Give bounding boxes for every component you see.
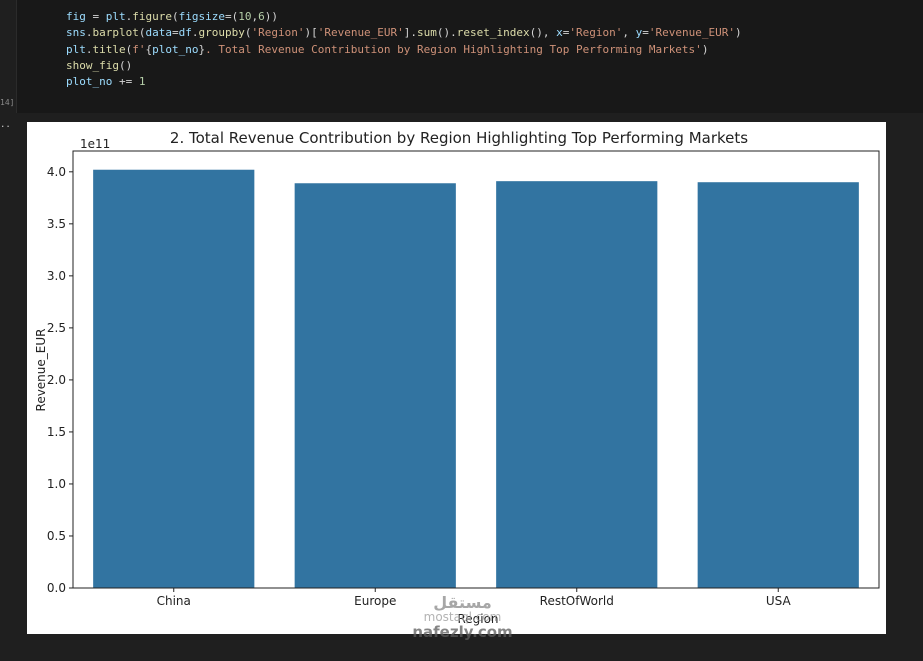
y-tick-label: 1.0: [47, 477, 66, 491]
bar-europe: [294, 183, 456, 588]
y-tick-label: 0.5: [47, 529, 66, 543]
code-token: 6: [258, 10, 265, 23]
y-tick-label: 4.0: [47, 165, 66, 179]
x-tick-label: RestOfWorld: [540, 594, 614, 608]
watermark-site: mostaql.com: [423, 610, 502, 624]
code-token: 10: [238, 10, 252, 23]
y-tick-label: 2.0: [47, 373, 66, 387]
execution-count: 14]: [0, 98, 15, 107]
code-token: title: [92, 42, 126, 56]
code-token: f': [132, 42, 146, 56]
code-token: 'Region': [251, 26, 305, 40]
y-tick-label: 3.5: [47, 217, 66, 231]
plot-area: China Europe RestOfWorld USA 0.0 0.5 1.0 1.5 2.0…: [47, 150, 880, 608]
watermark: مستقل mostaql.com nafezly.com: [405, 593, 520, 641]
code-token: plt: [66, 42, 86, 56]
code-token: =: [85, 10, 106, 23]
code-token: =: [171, 26, 179, 40]
code-token: plt: [105, 10, 126, 23]
code-token: figure: [132, 10, 172, 23]
chart-figure: 2. Total Revenue Contribution by Region …: [27, 122, 886, 634]
code-token: x: [556, 26, 563, 40]
code-token: groupby: [198, 26, 245, 40]
code-line: fig = plt.figure(figsize=(10,6)): [66, 9, 742, 25]
code-cell[interactable]: fig = plt.figure(figsize=(10,6)) sns.barp…: [16, 0, 923, 113]
code-token: )): [264, 10, 278, 23]
bar-china: [93, 169, 255, 588]
code-token: 'Revenue_EUR': [317, 26, 404, 40]
watermark-site-2: nafezly.com: [412, 623, 513, 641]
code-token: ): [734, 26, 742, 40]
code-token: sum: [417, 26, 437, 40]
code-token: 1: [138, 75, 146, 89]
bar-restofworld: [496, 181, 658, 588]
code-token: +=: [112, 75, 139, 89]
code-token: . Total Revenue Contribution by Region H…: [205, 42, 702, 56]
code-token: 'Region': [569, 26, 623, 40]
code-token: (): [118, 58, 133, 72]
code-token: show_fig: [66, 58, 119, 72]
code-token: ].: [403, 26, 418, 40]
code-token: 'Revenue_EUR': [648, 26, 735, 40]
code-line: plot_no += 1: [66, 74, 742, 90]
code-token: data: [145, 26, 172, 40]
code-line: sns.barplot(data=df.groupby('Region')['R…: [66, 25, 742, 41]
code-token: =: [642, 26, 649, 40]
code-token: fig: [66, 10, 86, 23]
x-tick-label: USA: [766, 594, 792, 608]
code-token: .: [85, 42, 93, 56]
code-token: sns: [66, 26, 86, 40]
bar-chart: 2. Total Revenue Contribution by Region …: [34, 129, 880, 626]
y-tick-label: 0.0: [47, 581, 66, 595]
output-collapse-marker[interactable]: ..: [0, 120, 11, 130]
y-axis-label: Revenue_EUR: [34, 329, 48, 412]
code-token: =(: [224, 10, 239, 23]
code-token: df: [178, 26, 192, 40]
code-token: (),: [529, 26, 557, 40]
code-token: .: [85, 26, 93, 40]
code-token: ,: [622, 26, 636, 40]
code-token: ): [701, 42, 709, 56]
bar-usa: [697, 182, 859, 588]
chart-title: 2. Total Revenue Contribution by Region …: [170, 129, 748, 147]
code-token: barplot: [92, 26, 139, 40]
code-token: reset_index: [456, 26, 530, 40]
code-editor[interactable]: fig = plt.figure(figsize=(10,6)) sns.barp…: [66, 9, 742, 90]
code-line: plt.title(f'{plot_no}. Total Revenue Con…: [66, 42, 742, 58]
code-token: plot_no: [152, 42, 199, 56]
code-token: ().: [436, 26, 457, 40]
y-tick-label: 2.5: [47, 321, 66, 335]
code-token: (: [172, 10, 179, 23]
y-tick-label: 1.5: [47, 425, 66, 439]
y-offset-label: 1e11: [80, 137, 110, 151]
code-token: )[: [304, 26, 318, 40]
x-tick-label: Europe: [354, 594, 396, 608]
x-tick-label: China: [157, 594, 191, 608]
code-token: figsize: [178, 10, 225, 23]
y-tick-label: 3.0: [47, 269, 66, 283]
code-line: show_fig(): [66, 58, 742, 74]
code-token: plot_no: [66, 75, 113, 89]
